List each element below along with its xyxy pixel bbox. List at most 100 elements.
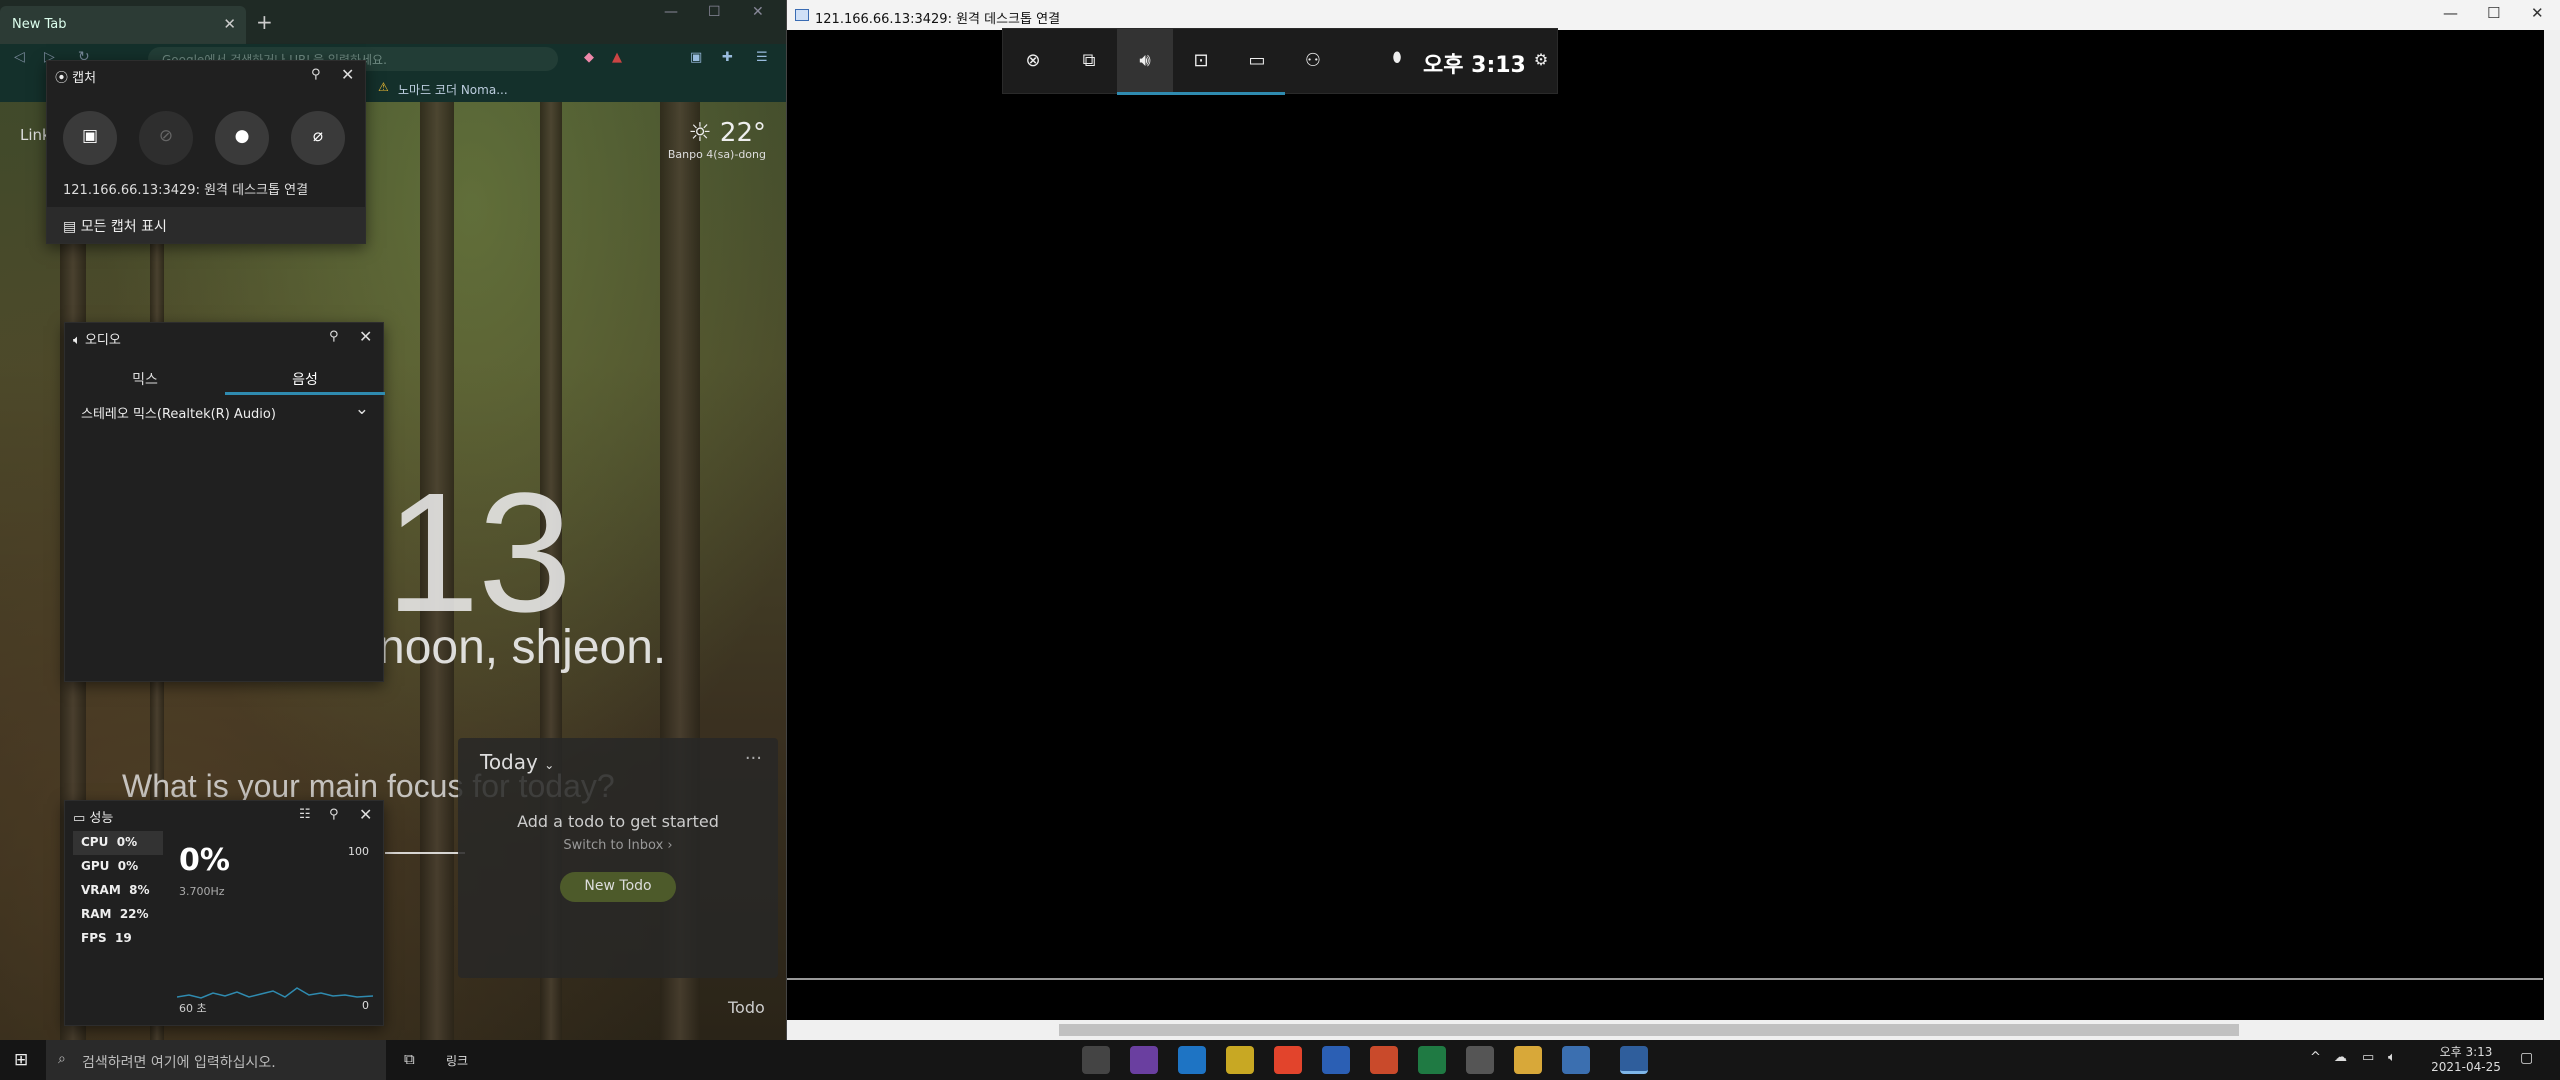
links-toolbar[interactable]: 링크 — [446, 1052, 468, 1069]
taskbar: ⊞ ⌕ 검색하려면 여기에 입력하십시오. ⧉ 링크 ^ ☁ ▭ 🔈︎ 오후 3… — [0, 1040, 2560, 1080]
todo-list-dropdown[interactable]: Today ⌄ — [480, 750, 554, 774]
vscode-icon[interactable] — [1178, 1046, 1206, 1074]
powerpoint-icon[interactable] — [1370, 1046, 1398, 1074]
back-icon[interactable]: ◁ — [14, 49, 25, 65]
settings-icon[interactable] — [1466, 1046, 1494, 1074]
capture-icon[interactable]: ⊡ — [1173, 29, 1229, 95]
network-icon[interactable]: ▭ — [2362, 1050, 2374, 1065]
weather-widget[interactable]: ☼ 22° Banpo 4(sa)-dong — [668, 118, 766, 161]
maximize-icon[interactable]: ☐ — [708, 4, 721, 20]
capture-widget: ⦿ 캡처 ⚲ ✕ ▣ ⊘ ● ⌀ 121.166.66.13:3429: 원격 … — [46, 60, 366, 244]
network-app-icon[interactable] — [1562, 1046, 1590, 1074]
minimize-icon[interactable]: — — [2443, 4, 2458, 22]
close-window-icon[interactable]: ✕ — [752, 4, 764, 20]
cpu-frequency: 3.700Hz — [179, 885, 225, 898]
volume-icon[interactable]: 🔈︎ — [2388, 1050, 2396, 1065]
taskbar-search[interactable]: ⌕ 검색하려면 여기에 입력하십시오. — [46, 1040, 386, 1080]
settings-icon[interactable]: ☷ — [299, 807, 311, 822]
switch-inbox-link[interactable]: Switch to Inbox › — [458, 838, 778, 853]
close-icon[interactable]: ✕ — [359, 327, 372, 346]
tab-mix[interactable]: 믹스 — [65, 361, 225, 395]
perf-row-gpu[interactable]: GPU 0% — [73, 855, 163, 879]
audio-icon[interactable]: 🔊︎ — [1117, 29, 1173, 95]
rdp-titlebar[interactable]: 121.166.66.13:3429: 원격 데스크톱 연결 — [787, 0, 2560, 30]
tab-voice[interactable]: 음성 — [225, 361, 385, 395]
new-tab-icon[interactable]: + — [256, 10, 273, 34]
focus-input[interactable] — [385, 852, 465, 854]
horizontal-scrollbar[interactable] — [787, 1020, 2560, 1040]
divider — [787, 978, 2543, 980]
mouse-icon: ⬮ — [1392, 50, 1402, 66]
brave-icon[interactable] — [1274, 1046, 1302, 1074]
close-tab-icon[interactable]: ✕ — [223, 15, 236, 33]
brave-shield-icon[interactable]: ◆ — [584, 50, 594, 65]
show-all-captures-button[interactable]: ▤ 모든 캡처 표시 — [47, 207, 365, 243]
tab-strip: New Tab ✕ + — ☐ ✕ — [0, 0, 786, 44]
file-explorer-icon[interactable] — [1514, 1046, 1542, 1074]
close-icon[interactable]: ✕ — [359, 805, 372, 824]
puzzle-icon[interactable]: ✚ — [722, 50, 733, 65]
menu-icon[interactable]: ☰ — [756, 50, 768, 65]
capture-target: 121.166.66.13:3429: 원격 데스크톱 연결 — [63, 183, 309, 198]
graph-duration: 60 초 — [179, 1002, 207, 1015]
close-icon[interactable]: ✕ — [341, 65, 354, 84]
visual-studio-icon[interactable] — [1130, 1046, 1158, 1074]
extension-icon[interactable]: ▣ — [690, 50, 702, 65]
start-recording-button[interactable]: ● — [215, 111, 269, 165]
pin-icon[interactable]: ⚲ — [329, 807, 339, 822]
show-hidden-icons[interactable]: ^ — [2310, 1050, 2321, 1065]
minimize-icon[interactable]: — — [664, 4, 678, 20]
perf-row-ram[interactable]: RAM 22% — [73, 903, 163, 927]
chevron-right-icon: › — [667, 838, 673, 853]
perf-row-fps[interactable]: FPS 19 — [73, 927, 163, 951]
restore-icon[interactable]: ☐ — [2487, 4, 2500, 22]
tab-new-tab[interactable]: New Tab ✕ — [0, 6, 246, 44]
remote-desktop-icon[interactable] — [1620, 1046, 1648, 1074]
task-view-icon[interactable]: ⧉ — [404, 1050, 415, 1068]
pin-icon[interactable]: ⚲ — [311, 67, 321, 82]
chevron-down-icon[interactable]: ⌄ — [355, 399, 369, 419]
todo-header: Today — [480, 750, 538, 774]
cpu-usage-value: 0% — [179, 843, 230, 878]
close-window-icon[interactable]: ✕ — [2531, 4, 2544, 22]
onedrive-icon[interactable]: ☁ — [2334, 1050, 2347, 1065]
speaker-icon: 🔈︎ — [73, 333, 85, 348]
scrollbar-thumb[interactable] — [1059, 1024, 2239, 1036]
performance-widget: ▭ 성능 ☷ ⚲ ✕ CPU 0% GPU 0% VRAM 8% RAM 22%… — [64, 800, 384, 1026]
word-icon[interactable] — [1322, 1046, 1350, 1074]
mic-toggle-button[interactable]: ⌀ — [291, 111, 345, 165]
rewards-icon[interactable]: ▲ — [612, 50, 622, 65]
xbox-game-bar: ⊗ ⧉ 🔊︎ ⊡ ▭ ⚇ ⬮ 오후 3:13 ⚙ — [1002, 28, 1558, 95]
record-last-icon: ⊘ — [158, 126, 174, 146]
screenshot-button[interactable]: ▣ — [63, 111, 117, 165]
social-icon[interactable]: ⚇ — [1285, 29, 1341, 95]
notification-icon[interactable]: ▢ — [2520, 1050, 2533, 1066]
new-todo-button[interactable]: New Todo — [560, 872, 676, 902]
more-icon[interactable]: ··· — [745, 748, 762, 769]
mic-off-icon: ⌀ — [312, 126, 324, 146]
start-icon[interactable]: ⊞ — [14, 1050, 28, 1070]
search-icon: ⌕ — [58, 1051, 66, 1067]
rdp-title: 121.166.66.13:3429: 원격 데스크톱 연결 — [815, 12, 1061, 27]
widget-menu-icon[interactable]: ⧉ — [1061, 29, 1117, 95]
clock[interactable]: 오후 3:13 2021-04-25 — [2424, 1043, 2508, 1074]
perf-metrics-list: CPU 0% GPU 0% VRAM 8% RAM 22% FPS 19 — [73, 831, 163, 951]
warning-icon: ⚠ — [378, 80, 389, 94]
monitor-icon: ▭ — [73, 811, 90, 826]
audio-widget: 🔈︎ 오디오 ⚲ ✕ 믹스 음성 스테레오 믹스(Realtek(R) Audi… — [64, 322, 385, 682]
gear-icon[interactable]: ⚙ — [1513, 29, 1569, 95]
audio-device: 스테레오 믹스(Realtek(R) Audio) — [81, 407, 276, 422]
camera-icon: ▣ — [81, 126, 99, 146]
performance-icon[interactable]: ▭ — [1229, 29, 1285, 95]
todo-toggle[interactable]: Todo — [728, 998, 765, 1017]
bookmark-item[interactable]: 노마드 코더 Noma... — [398, 81, 508, 98]
perf-row-vram[interactable]: VRAM 8% — [73, 879, 163, 903]
sticky-app-icon[interactable] — [1226, 1046, 1254, 1074]
pin-icon[interactable]: ⚲ — [329, 329, 339, 344]
perf-row-cpu[interactable]: CPU 0% — [73, 831, 163, 855]
xbox-icon[interactable]: ⊗ — [1005, 29, 1061, 95]
excel-icon[interactable] — [1418, 1046, 1446, 1074]
vertical-scrollbar[interactable] — [2544, 30, 2560, 1020]
chevron-down-icon: ⌄ — [544, 758, 555, 772]
terminal-icon[interactable] — [1082, 1046, 1110, 1074]
